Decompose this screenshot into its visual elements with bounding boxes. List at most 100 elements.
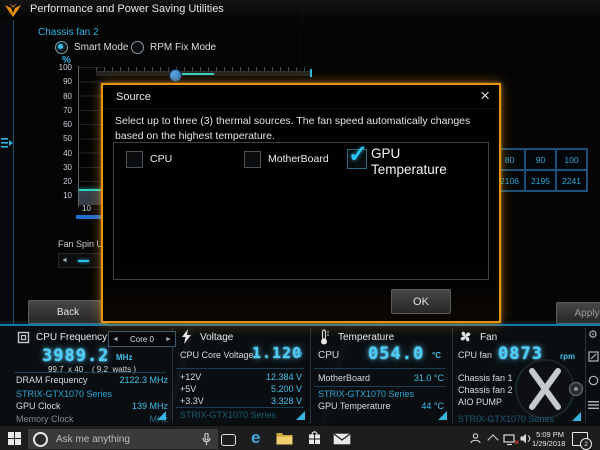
edge-browser-icon[interactable]: e xyxy=(251,428,260,448)
sidebar-divider xyxy=(13,20,14,325)
section-divider xyxy=(452,328,453,423)
tuf-logo-icon xyxy=(4,2,22,18)
expand-triangle[interactable] xyxy=(572,412,581,421)
core-selector[interactable]: ◄ Core 0 ► xyxy=(108,331,176,347)
core-prev-icon[interactable]: ◄ xyxy=(112,336,119,343)
fan-curve-fill xyxy=(79,191,102,205)
v5-value: 5.200 V xyxy=(271,384,302,394)
settings-gear-icon[interactable]: ⚙ xyxy=(588,328,598,341)
cpu-fan-label: CPU fan xyxy=(458,350,492,360)
cpu-frequency-unit: MHz xyxy=(116,353,132,362)
dialog-description: Select up to three (3) thermal sources. … xyxy=(115,114,493,144)
dram-frequency-label: DRAM Frequency xyxy=(16,375,88,385)
y-tick: 90 xyxy=(63,75,72,89)
fan-title: Fan xyxy=(480,332,497,343)
fan-heading: Chassis fan 2 xyxy=(38,27,99,38)
y-tick: 60 xyxy=(63,118,72,132)
aio-pump-item[interactable]: AIO PUMP xyxy=(458,397,502,407)
motherboard-temp-row: MotherBoard 31.0 °C xyxy=(318,373,444,383)
chassis-fan1-item[interactable]: Chassis fan 1 xyxy=(458,373,513,383)
task-view-icon[interactable] xyxy=(221,434,236,446)
ok-button[interactable]: OK xyxy=(391,289,451,314)
back-button[interactable]: Back xyxy=(28,300,108,324)
expand-triangle[interactable] xyxy=(157,411,166,420)
notification-badge: 2 xyxy=(580,438,592,450)
dram-frequency-value: 2122.3 MHz xyxy=(119,375,168,385)
row-divider xyxy=(14,372,166,373)
close-icon[interactable]: × xyxy=(480,86,490,106)
people-tray-icon[interactable] xyxy=(470,433,481,444)
checkbox-cpu[interactable] xyxy=(126,151,143,168)
row-divider xyxy=(176,368,304,369)
checkmark-icon: ✓ xyxy=(348,140,368,169)
row-divider xyxy=(314,368,446,369)
gpu-group-label: STRIX-GTX1070 Series xyxy=(318,389,414,399)
v12-label: +12V xyxy=(180,372,201,382)
section-divider xyxy=(585,328,586,423)
core-next-icon[interactable]: ► xyxy=(165,336,172,343)
fan-pinwheel-icon xyxy=(458,329,473,344)
cpu-temp-label: CPU xyxy=(318,350,339,361)
windows-taskbar: Ask me anything e xyxy=(0,425,600,450)
checkbox-gpu-temperature[interactable]: ✓ xyxy=(347,149,367,169)
y-tick: 100 xyxy=(59,61,72,75)
microphone-icon[interactable] xyxy=(202,433,211,446)
cpu-core-voltage-value: 1.120 xyxy=(252,344,302,362)
speaker-icon[interactable] xyxy=(520,433,532,444)
x-axis-tick: 10 xyxy=(82,204,91,213)
sidebar-flyout-icon[interactable] xyxy=(1,136,13,152)
y-tick: 50 xyxy=(63,132,72,146)
checkbox-cpu-label: CPU xyxy=(150,153,172,165)
apply-button[interactable]: Apply xyxy=(556,302,600,324)
file-explorer-icon[interactable] xyxy=(276,432,293,445)
monitor-panel: CPU Frequency ◄ Core 0 ► 3989.2 MHz 99.7… xyxy=(0,326,600,425)
table-cell-rpm[interactable]: 2195 xyxy=(525,170,556,191)
rpm-fix-mode-radio[interactable] xyxy=(131,41,144,54)
table-cell-speed[interactable]: 100 xyxy=(556,149,587,170)
y-tick: 80 xyxy=(63,90,72,104)
fan-curve-table: 80 90 100 2106 2195 2241 xyxy=(493,148,588,192)
fan-speed-slider-handle[interactable] xyxy=(169,69,182,82)
action-center-icon[interactable]: 2 xyxy=(572,432,588,446)
memory-clock-label: Memory Clock xyxy=(16,414,74,424)
network-icon[interactable]: × xyxy=(503,433,516,445)
checkbox-motherboard[interactable] xyxy=(244,151,261,168)
dialog-title-divider xyxy=(103,108,499,109)
stepper-left-arrow-icon[interactable]: ◄ xyxy=(61,257,68,264)
fan-speed-slider-fill xyxy=(182,73,214,75)
clock-time: 5:09 PM xyxy=(532,430,564,439)
y-axis-ticks: 100 90 80 70 60 50 40 30 20 10 xyxy=(44,61,72,204)
source-dialog: Source × Select up to three (3) thermal … xyxy=(101,83,501,323)
cpu-core-voltage-unit: v xyxy=(298,350,302,359)
menu-icon[interactable] xyxy=(588,400,599,410)
v33-row: +3.3V 3.328 V xyxy=(180,396,302,406)
store-icon[interactable] xyxy=(308,430,321,445)
screen: Performance and Power Saving Utilities C… xyxy=(0,0,600,450)
dial-icon[interactable] xyxy=(588,375,599,386)
clock-date: 1/29/2018 xyxy=(532,439,564,448)
start-button-icon[interactable] xyxy=(8,432,21,445)
taskbar-clock[interactable]: 5:09 PM 1/29/2018 xyxy=(532,430,564,448)
search-placeholder: Ask me anything xyxy=(56,434,202,445)
voltage-title: Voltage xyxy=(200,332,233,343)
mail-icon[interactable] xyxy=(333,433,351,445)
table-cell-rpm[interactable]: 2241 xyxy=(556,170,587,191)
rpm-fix-mode-label: RPM Fix Mode xyxy=(150,42,216,53)
fan-spin-up-stepper[interactable]: ◄ xyxy=(58,253,107,268)
v12-row: +12V 12.384 V xyxy=(180,372,302,382)
v5-row: +5V 5.200 V xyxy=(180,384,302,394)
search-input[interactable]: Ask me anything xyxy=(28,429,218,449)
chassis-fan2-item[interactable]: Chassis fan 2 xyxy=(458,385,513,395)
expand-triangle[interactable] xyxy=(438,411,447,420)
gpu-temp-label: GPU Temperature xyxy=(318,401,390,411)
tray-chevron-icon[interactable] xyxy=(487,434,498,445)
table-cell-speed[interactable]: 90 xyxy=(525,149,556,170)
smart-mode-radio[interactable] xyxy=(55,41,68,54)
voltage-bolt-icon xyxy=(181,329,192,344)
motherboard-temp-value: 31.0 °C xyxy=(414,373,444,383)
v12-value: 12.384 V xyxy=(266,372,302,382)
smart-mode-label: Smart Mode xyxy=(74,42,128,53)
expand-triangle[interactable] xyxy=(296,411,305,420)
edit-icon[interactable] xyxy=(588,351,599,362)
core-selector-value: Core 0 xyxy=(130,335,154,344)
